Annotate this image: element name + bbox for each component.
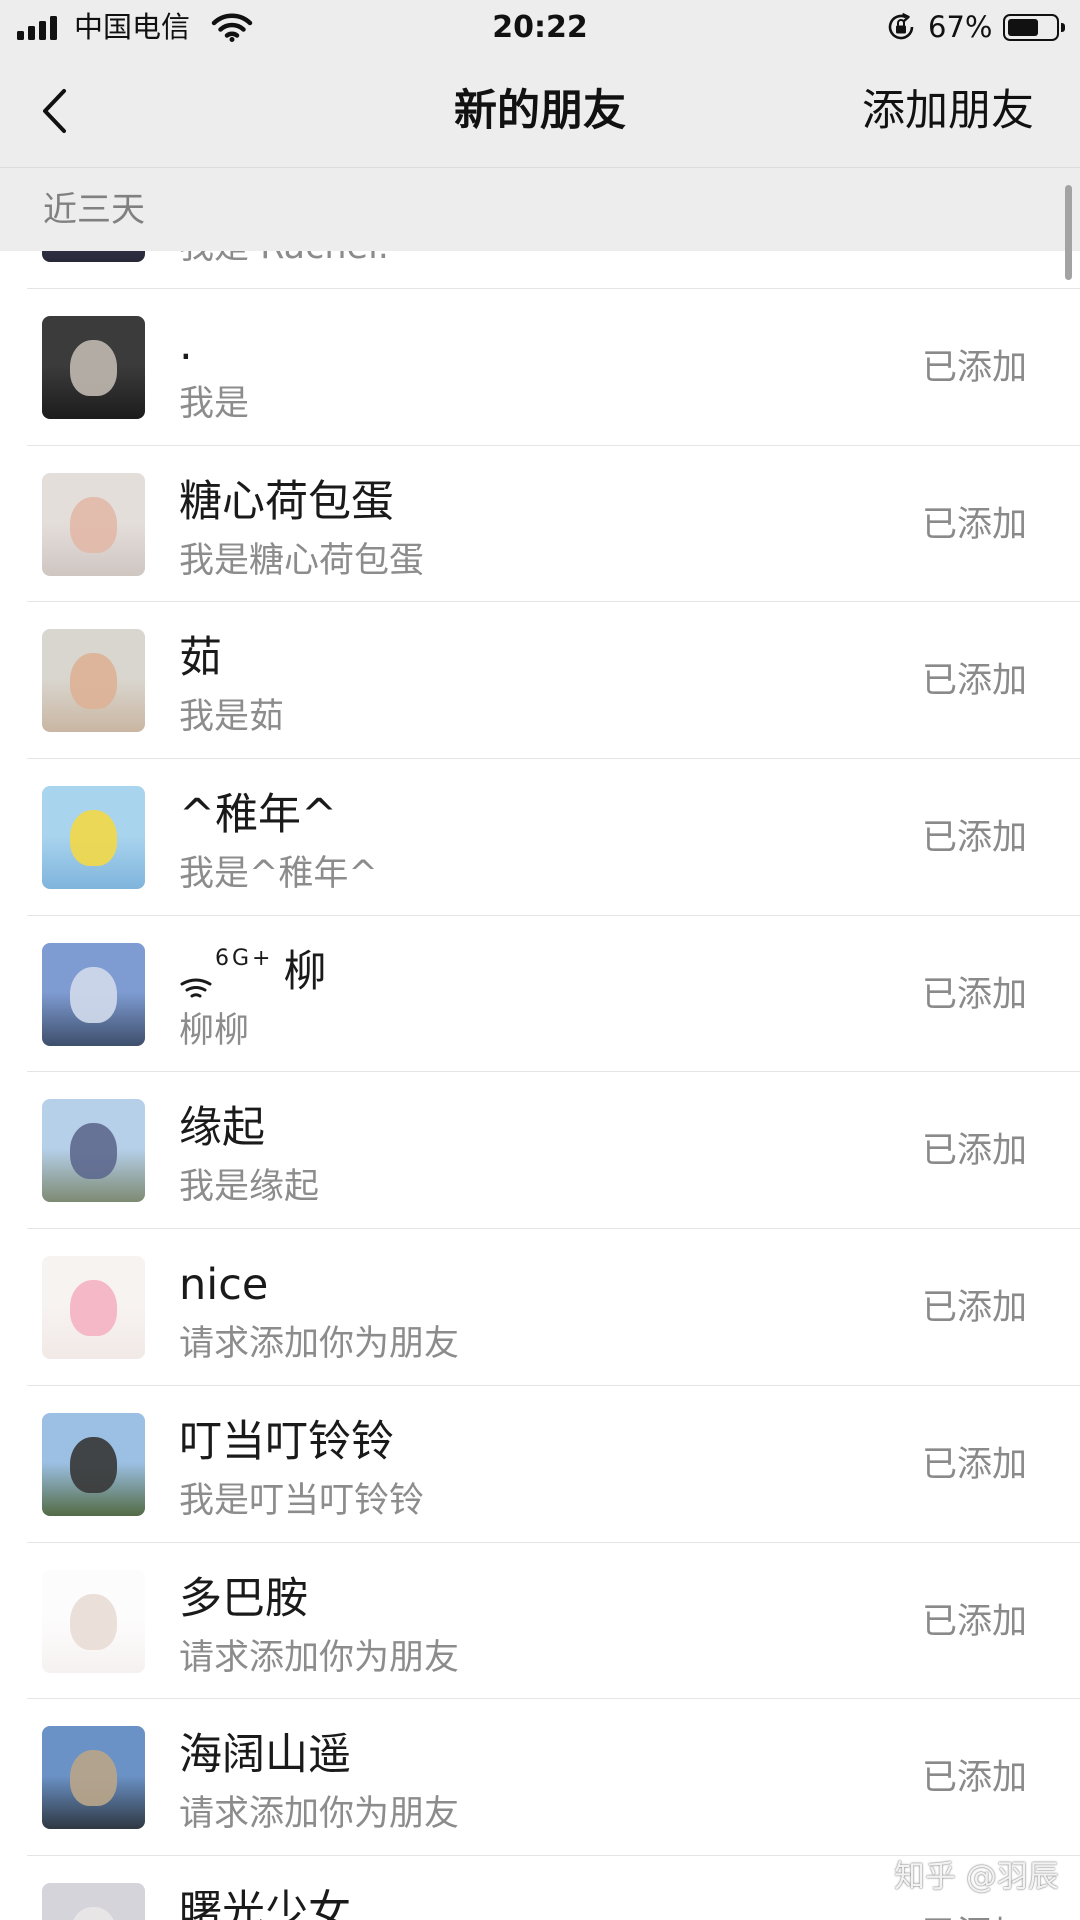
added-status-label: 已添加 — [921, 661, 1027, 702]
list-item[interactable]: 糖心荷包蛋我是糖心荷包蛋 已添加 — [0, 446, 1080, 603]
carrier-name: 中国电信 — [74, 10, 191, 44]
list-item[interactable]: 我是 Rachel. — [0, 251, 1080, 289]
battery-level — [1008, 19, 1039, 36]
rotation-lock-icon — [886, 12, 916, 42]
navigation-bar: 新的朋友 添加朋友 — [0, 55, 1080, 167]
chevron-left-icon[interactable] — [38, 87, 72, 135]
contact-name-text: 糖心荷包蛋 — [179, 476, 394, 527]
signal-icon — [17, 16, 63, 40]
contact-name: 糖心荷包蛋 — [179, 478, 394, 526]
added-status-label: 已添加 — [921, 1288, 1027, 1329]
request-message: 柳柳 — [179, 1010, 250, 1051]
contact-name-text: 叮当叮铃铃 — [179, 1416, 394, 1467]
wifi-icon — [211, 12, 253, 42]
list-item[interactable]: 缘起我是缘起 已添加 — [0, 1072, 1080, 1229]
watermark: 知乎 @羽辰 — [858, 1852, 1059, 1895]
contact-name: . — [179, 321, 193, 369]
battery-percentage: 67% — [928, 10, 993, 44]
added-status-label: 已添加 — [921, 504, 1027, 545]
clock: 20:22 — [492, 10, 588, 45]
request-message: 请求添加你为朋友 — [179, 1637, 460, 1678]
contact-name: 茹 — [179, 634, 222, 682]
scrollbar[interactable] — [1065, 185, 1072, 280]
contact-name-text: 茹 — [179, 633, 222, 684]
added-status-label: 已添加 — [921, 348, 1027, 388]
list-item[interactable]: 叮当叮铃铃我是叮当叮铃铃 已添加 — [0, 1386, 1080, 1543]
added-status-label: 已添加 — [921, 1758, 1027, 1799]
contact-name: 多巴胺 — [179, 1575, 308, 1623]
avatar[interactable] — [42, 1569, 145, 1673]
section-label: 近三天 — [43, 190, 145, 230]
contact-name-text: . — [179, 320, 193, 370]
request-message: 请求添加你为朋友 — [179, 1324, 460, 1365]
list-item[interactable]: nice 请求添加你为朋友 已添加 — [0, 1229, 1080, 1386]
list-item[interactable]: 海阔山遥请求添加你为朋友 已添加 — [0, 1699, 1080, 1856]
list-item[interactable]: 多巴胺请求添加你为朋友 已添加 — [0, 1543, 1080, 1700]
contact-name-text: 多巴胺 — [179, 1573, 308, 1624]
request-message: 我是缘起 — [179, 1167, 320, 1208]
request-message: 我是叮当叮铃铃 — [179, 1480, 425, 1521]
avatar[interactable] — [42, 942, 145, 1046]
section-header: 近三天 — [0, 167, 1080, 251]
contact-name-text: ^稚年^ — [179, 790, 338, 841]
list-item[interactable]: 6G+ 柳柳柳 已添加 — [0, 916, 1080, 1073]
contact-name-text: 海阔山遥 — [179, 1730, 351, 1781]
contact-name-text: nice — [179, 1260, 269, 1311]
request-message: 我是茹 — [179, 697, 285, 738]
request-message: 请求添加你为朋友 — [179, 1794, 460, 1835]
avatar[interactable] — [42, 629, 145, 733]
avatar[interactable] — [42, 316, 145, 419]
avatar[interactable] — [42, 472, 145, 576]
added-status-label: 已添加 — [921, 974, 1027, 1015]
wifi-icon — [179, 964, 213, 998]
contact-name: 海阔山遥 — [179, 1731, 351, 1779]
contact-name: ^稚年^ — [179, 791, 337, 839]
status-bar: 中国电信 20:22 67% — [0, 0, 1080, 55]
avatar[interactable] — [42, 1726, 145, 1830]
avatar[interactable] — [42, 251, 145, 262]
avatar[interactable] — [42, 1099, 145, 1203]
contact-name: 6G+ 柳 — [179, 945, 327, 998]
contact-name: nice — [179, 1261, 268, 1309]
added-status-label: 已添加 — [921, 818, 1027, 859]
avatar[interactable] — [42, 1412, 145, 1516]
request-message: 我是 — [179, 384, 250, 424]
added-status-label: 已添加 — [921, 1444, 1027, 1485]
list-item[interactable]: . 我是 已添加 — [0, 289, 1080, 446]
request-message: 我是 Rachel. — [179, 251, 389, 266]
page-title: 新的朋友 — [454, 86, 626, 136]
request-message: 我是糖心荷包蛋 — [179, 540, 425, 581]
added-status-label: 已添加 — [921, 1601, 1027, 1642]
watermark-text: 知乎 @羽辰 — [894, 1858, 1059, 1895]
contact-name: 叮当叮铃铃 — [179, 1418, 394, 1466]
friend-request-list: 我是 Rachel. .我是已添加糖心荷包蛋我是糖心荷包蛋已添加茹我是茹已添加^… — [0, 251, 1080, 1920]
contact-name-text: 曙光少女 — [179, 1886, 351, 1920]
avatar[interactable] — [42, 1882, 145, 1920]
added-status-label: 已添加 — [922, 1915, 1027, 1920]
chat-bubble-icon — [858, 1859, 888, 1887]
add-friend-button[interactable]: 添加朋友 — [862, 55, 1034, 167]
avatar[interactable] — [42, 1256, 145, 1360]
avatar[interactable] — [42, 786, 145, 890]
added-status-label: 已添加 — [921, 1131, 1027, 1172]
contact-name-text: 缘起 — [179, 1103, 265, 1154]
name-superscript: 6G+ — [215, 945, 274, 971]
list-item[interactable]: ^稚年^ 我是^稚年^ 已添加 — [0, 759, 1080, 916]
request-message: 我是^稚年^ — [179, 854, 378, 895]
contact-name: 缘起 — [179, 1104, 265, 1152]
list-item[interactable]: 茹我是茹 已添加 — [0, 602, 1080, 759]
contact-name-text: 柳 — [283, 946, 327, 997]
contact-name: 曙光少女 — [179, 1888, 351, 1920]
battery-terminal — [1061, 23, 1065, 32]
battery-icon — [1003, 14, 1059, 41]
